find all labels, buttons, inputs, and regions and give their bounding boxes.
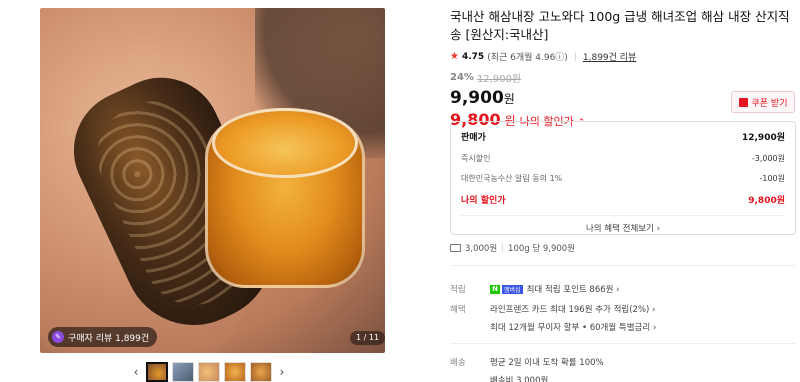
thumbnail[interactable]: [172, 362, 194, 382]
unit-price: 100g 당 9,900원: [508, 244, 576, 254]
points-section: 적립 N 멤버십 최대 적립 포인트 866원 ›: [450, 283, 620, 301]
row-label: 나의 할인가: [461, 196, 506, 206]
coupon-icon: [738, 97, 748, 107]
shipping-row: 3,000원 | 100g 당 9,900원: [450, 242, 575, 254]
delivery-section: 배송 평균 2일 이내 도착 확률 100% 배송비 3,000원: [450, 356, 604, 382]
points-key: 적립: [450, 285, 466, 295]
installment-link[interactable]: 최대 12개월 무이자 할부 • 60개월 특별금리 ›: [490, 321, 656, 333]
rating-row: ★ 4.75 (최근 6개월 4.96ⓘ) | 1,899건 리뷰: [450, 50, 796, 63]
row-value: 12,900원: [741, 133, 785, 143]
thumbnail[interactable]: [224, 362, 246, 382]
buyer-review-label: 구매자 리뷰 1,899건: [68, 333, 150, 344]
view-all-benefits-link[interactable]: 나의 혜택 전체보기 ›: [461, 222, 785, 234]
notification-discount-row: 대한민국농수산 알림 동의 1% -100원: [461, 173, 785, 184]
jar-top-figure: [212, 108, 358, 178]
star-icon: ★: [450, 51, 459, 62]
row-label: 판매가: [461, 133, 486, 143]
row-label: 즉시할인: [461, 154, 491, 163]
section-divider: [450, 265, 796, 266]
divider: |: [573, 51, 577, 62]
row-value: -100원: [759, 174, 785, 183]
coupon-label: 쿠폰 받기: [751, 98, 788, 109]
delivery-key: 배송: [450, 358, 466, 368]
membership-badge: 멤버십: [502, 284, 523, 294]
max-points-link[interactable]: N 멤버십 최대 적립 포인트 866원 ›: [490, 283, 620, 295]
thumbnail[interactable]: [198, 362, 220, 382]
buyer-review-badge[interactable]: ✎ 구매자 리뷰 1,899건: [48, 327, 158, 347]
product-main-image[interactable]: [40, 8, 385, 353]
price-breakdown-box: 판매가 12,900원 즉시할인 -3,000원 대한민국농수산 알림 동의 1…: [450, 121, 796, 235]
sale-price-value: 9,900: [450, 88, 504, 108]
discount-row: 24% 12,900원: [450, 70, 796, 85]
card-benefit-section: 혜택 라인프렌즈 카드 최대 196원 추가 적립(2%) › 최대 12개월 …: [450, 303, 656, 339]
row-value: 9,800원: [748, 196, 785, 206]
thumb-prev-icon[interactable]: ‹: [130, 365, 142, 379]
npay-badge: N 멤버십: [490, 284, 523, 294]
divider: |: [501, 243, 505, 253]
sale-price-unit: 원: [503, 92, 515, 106]
thumbnail[interactable]: [146, 362, 168, 382]
row-label: 대한민국농수산 알림 동의 1%: [461, 174, 563, 183]
thumbnail[interactable]: [250, 362, 272, 382]
card-benefit-link[interactable]: 라인프렌즈 카드 최대 196원 추가 적립(2%) ›: [490, 303, 656, 315]
image-page-indicator: 1 / 11: [350, 331, 386, 345]
review-count-link[interactable]: 1,899건 리뷰: [583, 50, 636, 63]
thumb-next-icon[interactable]: ›: [276, 365, 288, 379]
get-coupon-button[interactable]: 쿠폰 받기: [731, 91, 795, 113]
delivery-probability: 평균 2일 이내 도착 확률 100%: [490, 358, 604, 368]
discount-percent: 24%: [450, 72, 474, 83]
thumbnail-strip: ‹ ›: [130, 362, 288, 382]
section-divider: [450, 343, 796, 344]
instant-discount-row: 즉시할인 -3,000원: [461, 153, 785, 164]
n-logo-icon: N: [490, 284, 500, 294]
review-icon: ✎: [52, 331, 64, 343]
max-points-text: 최대 적립 포인트 866원 ›: [526, 285, 620, 295]
row-value: -3,000원: [751, 154, 785, 163]
truck-icon: [450, 244, 461, 252]
product-title: 국내산 해삼내장 고노와다 100g 급냉 해녀조업 해삼 내장 산지직송 [원…: [450, 9, 790, 42]
rating-score: 4.75: [461, 51, 485, 62]
my-price-row: 나의 할인가 9,800원: [461, 193, 785, 206]
divider: [461, 215, 785, 216]
original-price: 12,900원: [476, 74, 522, 85]
shipping-fee: 3,000원: [465, 244, 498, 254]
delivery-fee: 배송비 3,000원: [490, 376, 549, 382]
benefit-key: 혜택: [450, 305, 466, 315]
sale-price-row: 판매가 12,900원: [461, 130, 785, 143]
rating-detail: (최근 6개월 4.96ⓘ): [487, 53, 568, 63]
